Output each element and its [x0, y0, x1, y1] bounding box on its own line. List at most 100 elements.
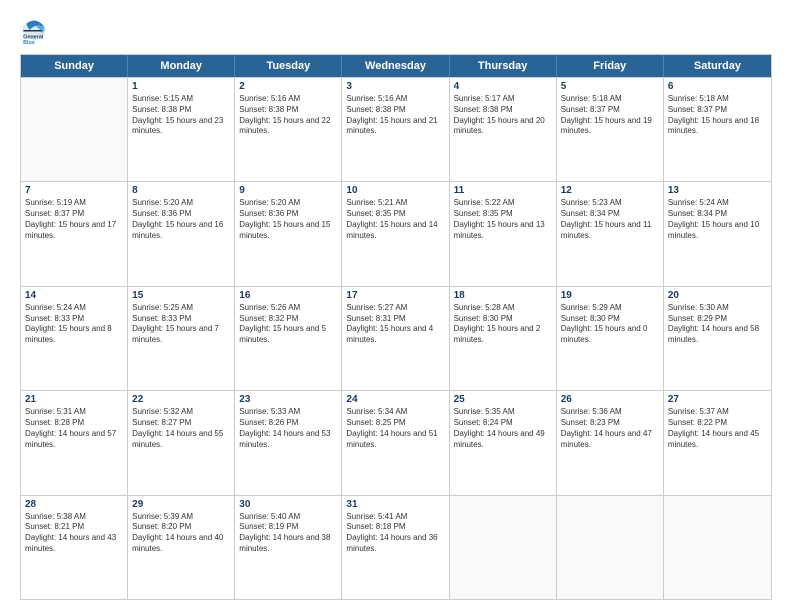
cell-info: Sunrise: 5:16 AM Sunset: 8:38 PM Dayligh… [346, 94, 444, 137]
calendar-cell-day-9: 9Sunrise: 5:20 AM Sunset: 8:36 PM Daylig… [235, 182, 342, 285]
logo: General Blue [20, 16, 52, 44]
cell-info: Sunrise: 5:29 AM Sunset: 8:30 PM Dayligh… [561, 303, 659, 346]
day-number: 25 [454, 394, 552, 405]
calendar-cell-day-28: 28 Sunrise: 5:38 AM Sunset: 8:21 PM Dayli… [21, 496, 128, 599]
day-number: 14 [25, 290, 123, 301]
cell-info: Sunrise: 5:15 AM Sunset: 8:38 PM Dayligh… [132, 94, 230, 137]
cell-info: Sunrise: 5:28 AM Sunset: 8:30 PM Dayligh… [454, 303, 552, 346]
day-number: 24 [346, 394, 444, 405]
calendar-cell-day-14: 14 Sunrise: 5:24 AM Sunset: 8:33 PM Dayli… [21, 287, 128, 390]
logo-icon: General Blue [20, 16, 48, 44]
day-number: 1 [132, 81, 230, 92]
cell-info: Sunrise: 5:39 AM Sunset: 8:20 PM Dayligh… [132, 512, 230, 555]
day-number: 6 [668, 81, 767, 92]
cell-info: Sunrise: 5:32 AM Sunset: 8:27 PM Dayligh… [132, 407, 230, 450]
cell-info: Sunrise: 5:24 AM Sunset: 8:33 PM Dayligh… [25, 303, 123, 346]
cell-info: Sunrise: 5:31 AM Sunset: 8:28 PM Dayligh… [25, 407, 123, 450]
calendar-cell-empty [664, 496, 771, 599]
calendar-cell-empty [21, 78, 128, 181]
day-number: 22 [132, 394, 230, 405]
day-number: 13 [668, 185, 767, 196]
weekday-header-thursday: Thursday [450, 55, 557, 77]
weekday-header-saturday: Saturday [664, 55, 771, 77]
calendar-cell-day-5: 5Sunrise: 5:18 AM Sunset: 8:37 PM Daylig… [557, 78, 664, 181]
header: General Blue [20, 16, 772, 44]
cell-info: Sunrise: 5:24 AM Sunset: 8:34 PM Dayligh… [668, 198, 767, 241]
cell-info: Sunrise: 5:21 AM Sunset: 8:35 PM Dayligh… [346, 198, 444, 241]
svg-text:Blue: Blue [23, 40, 35, 44]
weekday-header-sunday: Sunday [21, 55, 128, 77]
calendar-cell-day-1: 1 Sunrise: 5:15 AM Sunset: 8:38 PM Daylig… [128, 78, 235, 181]
day-number: 20 [668, 290, 767, 301]
calendar-row-4: 21Sunrise: 5:31 AM Sunset: 8:28 PM Dayli… [21, 390, 771, 494]
calendar-cell-day-29: 29 Sunrise: 5:39 AM Sunset: 8:20 PM Dayli… [128, 496, 235, 599]
cell-info: Sunrise: 5:41 AM Sunset: 8:18 PM Dayligh… [346, 512, 444, 555]
cell-info: Sunrise: 5:35 AM Sunset: 8:24 PM Dayligh… [454, 407, 552, 450]
cell-info: Sunrise: 5:36 AM Sunset: 8:23 PM Dayligh… [561, 407, 659, 450]
weekday-header-friday: Friday [557, 55, 664, 77]
day-number: 30 [239, 499, 337, 510]
day-number: 4 [454, 81, 552, 92]
weekday-header-wednesday: Wednesday [342, 55, 449, 77]
calendar-cell-day-23: 23 Sunrise: 5:33 AM Sunset: 8:26 PM Dayli… [235, 391, 342, 494]
calendar-cell-empty [450, 496, 557, 599]
calendar-cell-day-12: 12 Sunrise: 5:23 AM Sunset: 8:34 PM Dayli… [557, 182, 664, 285]
calendar-cell-day-6: 6Sunrise: 5:18 AM Sunset: 8:37 PM Daylig… [664, 78, 771, 181]
day-number: 29 [132, 499, 230, 510]
cell-info: Sunrise: 5:25 AM Sunset: 8:33 PM Dayligh… [132, 303, 230, 346]
calendar-cell-day-7: 7Sunrise: 5:19 AM Sunset: 8:37 PM Daylig… [21, 182, 128, 285]
day-number: 17 [346, 290, 444, 301]
day-number: 8 [132, 185, 230, 196]
cell-info: Sunrise: 5:23 AM Sunset: 8:34 PM Dayligh… [561, 198, 659, 241]
day-number: 31 [346, 499, 444, 510]
calendar-header: SundayMondayTuesdayWednesdayThursdayFrid… [21, 55, 771, 77]
calendar-row-5: 28 Sunrise: 5:38 AM Sunset: 8:21 PM Dayli… [21, 495, 771, 599]
calendar-cell-day-25: 25 Sunrise: 5:35 AM Sunset: 8:24 PM Dayli… [450, 391, 557, 494]
calendar-cell-day-18: 18 Sunrise: 5:28 AM Sunset: 8:30 PM Dayli… [450, 287, 557, 390]
day-number: 23 [239, 394, 337, 405]
day-number: 18 [454, 290, 552, 301]
day-number: 28 [25, 499, 123, 510]
calendar-cell-day-21: 21Sunrise: 5:31 AM Sunset: 8:28 PM Dayli… [21, 391, 128, 494]
calendar-row-3: 14 Sunrise: 5:24 AM Sunset: 8:33 PM Dayli… [21, 286, 771, 390]
calendar-cell-empty [557, 496, 664, 599]
cell-info: Sunrise: 5:37 AM Sunset: 8:22 PM Dayligh… [668, 407, 767, 450]
cell-info: Sunrise: 5:20 AM Sunset: 8:36 PM Dayligh… [132, 198, 230, 241]
day-number: 19 [561, 290, 659, 301]
calendar-cell-day-16: 16 Sunrise: 5:26 AM Sunset: 8:32 PM Dayli… [235, 287, 342, 390]
calendar-cell-day-31: 31 Sunrise: 5:41 AM Sunset: 8:18 PM Dayli… [342, 496, 449, 599]
cell-info: Sunrise: 5:27 AM Sunset: 8:31 PM Dayligh… [346, 303, 444, 346]
calendar-row-2: 7Sunrise: 5:19 AM Sunset: 8:37 PM Daylig… [21, 181, 771, 285]
day-number: 10 [346, 185, 444, 196]
day-number: 5 [561, 81, 659, 92]
day-number: 3 [346, 81, 444, 92]
day-number: 2 [239, 81, 337, 92]
calendar-cell-day-30: 30 Sunrise: 5:40 AM Sunset: 8:19 PM Dayli… [235, 496, 342, 599]
calendar-cell-day-11: 11Sunrise: 5:22 AM Sunset: 8:35 PM Dayli… [450, 182, 557, 285]
calendar-cell-day-26: 26 Sunrise: 5:36 AM Sunset: 8:23 PM Dayli… [557, 391, 664, 494]
calendar-cell-day-3: 3 Sunrise: 5:16 AM Sunset: 8:38 PM Daylig… [342, 78, 449, 181]
calendar-cell-day-8: 8 Sunrise: 5:20 AM Sunset: 8:36 PM Daylig… [128, 182, 235, 285]
weekday-header-monday: Monday [128, 55, 235, 77]
cell-info: Sunrise: 5:33 AM Sunset: 8:26 PM Dayligh… [239, 407, 337, 450]
cell-info: Sunrise: 5:40 AM Sunset: 8:19 PM Dayligh… [239, 512, 337, 555]
weekday-header-tuesday: Tuesday [235, 55, 342, 77]
cell-info: Sunrise: 5:26 AM Sunset: 8:32 PM Dayligh… [239, 303, 337, 346]
day-number: 15 [132, 290, 230, 301]
calendar-body: 1 Sunrise: 5:15 AM Sunset: 8:38 PM Daylig… [21, 77, 771, 599]
calendar-cell-day-19: 19 Sunrise: 5:29 AM Sunset: 8:30 PM Dayli… [557, 287, 664, 390]
day-number: 27 [668, 394, 767, 405]
day-number: 11 [454, 185, 552, 196]
cell-info: Sunrise: 5:38 AM Sunset: 8:21 PM Dayligh… [25, 512, 123, 555]
calendar-cell-day-17: 17 Sunrise: 5:27 AM Sunset: 8:31 PM Dayli… [342, 287, 449, 390]
day-number: 26 [561, 394, 659, 405]
day-number: 16 [239, 290, 337, 301]
calendar-cell-day-24: 24 Sunrise: 5:34 AM Sunset: 8:25 PM Dayli… [342, 391, 449, 494]
calendar-cell-day-13: 13 Sunrise: 5:24 AM Sunset: 8:34 PM Dayli… [664, 182, 771, 285]
calendar: SundayMondayTuesdayWednesdayThursdayFrid… [20, 54, 772, 600]
cell-info: Sunrise: 5:34 AM Sunset: 8:25 PM Dayligh… [346, 407, 444, 450]
day-number: 12 [561, 185, 659, 196]
calendar-row-1: 1 Sunrise: 5:15 AM Sunset: 8:38 PM Daylig… [21, 77, 771, 181]
cell-info: Sunrise: 5:30 AM Sunset: 8:29 PM Dayligh… [668, 303, 767, 346]
cell-info: Sunrise: 5:19 AM Sunset: 8:37 PM Dayligh… [25, 198, 123, 241]
